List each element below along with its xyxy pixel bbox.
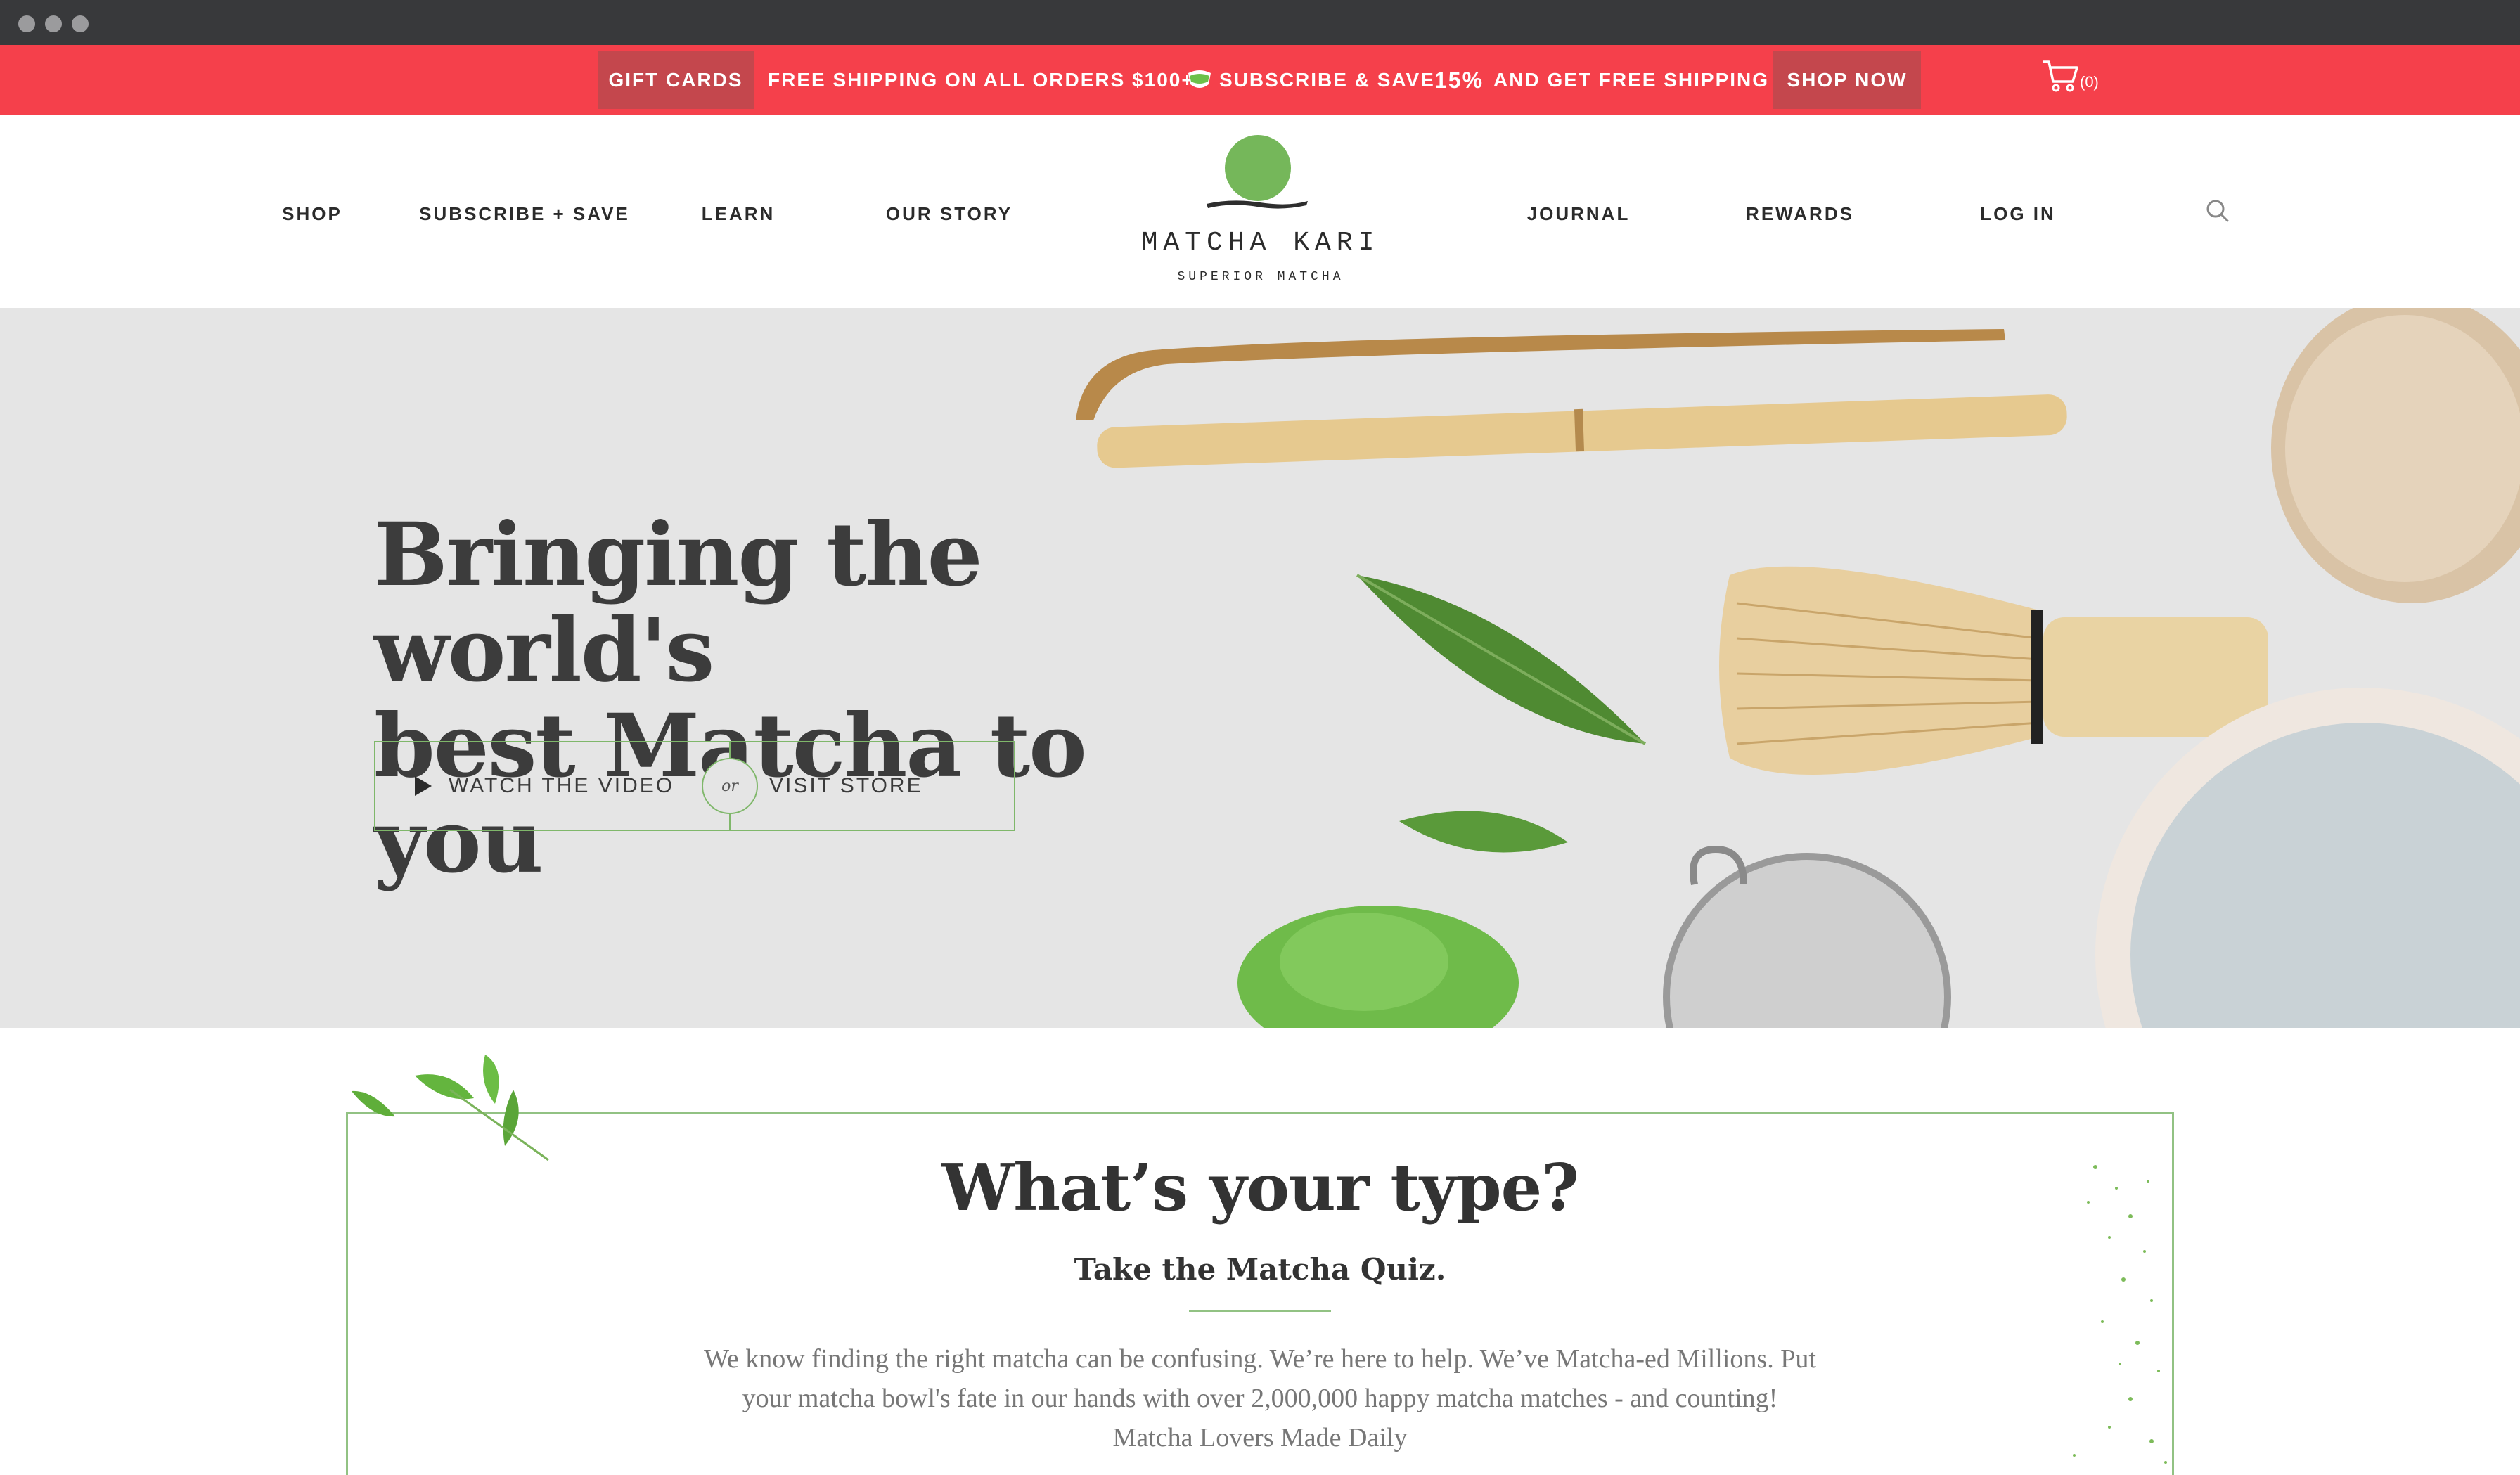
- quiz-description: We know finding the right matcha can be …: [662, 1339, 1858, 1457]
- matcha-cup-icon: [1188, 70, 1211, 88]
- search-icon[interactable]: [2204, 197, 2232, 225]
- free-shipping-suffix: AND GET FREE SHIPPING: [1493, 69, 1770, 91]
- cta-or-badge: or: [702, 758, 758, 814]
- subscribe-save-text: SUBSCRIBE & SAVE: [1219, 69, 1435, 91]
- logo-tagline: SUPERIOR MATCHA: [1177, 270, 1344, 284]
- nav-learn[interactable]: LEARN: [689, 200, 788, 228]
- window-maximize-dot[interactable]: [72, 15, 89, 32]
- cart-icon: [2043, 60, 2078, 92]
- nav-log-in[interactable]: LOG IN: [1969, 200, 2067, 228]
- quiz-divider: [1189, 1310, 1331, 1312]
- window-close-dot[interactable]: [18, 15, 35, 32]
- browser-titlebar: [0, 0, 2520, 45]
- quiz-description-line-1: We know finding the right matcha can be …: [704, 1344, 1816, 1374]
- promo-bar: GIFT CARDS FREE SHIPPING ON ALL ORDERS $…: [0, 45, 2520, 115]
- visit-store-button[interactable]: VISIT STORE: [769, 742, 1008, 830]
- hero-heading: Bringing the world's best Matcha to you: [374, 508, 1218, 890]
- matcha-powder-speckle: [2073, 1165, 2167, 1464]
- quiz-description-line-2: your matcha bowl's fate in our hands wit…: [742, 1384, 1778, 1413]
- watch-video-label: WATCH THE VIDEO: [449, 774, 675, 797]
- cart-button[interactable]: (0): [2042, 59, 2099, 93]
- hero-heading-line-1: Bringing the world's: [374, 504, 983, 702]
- discount-percent: 15%: [1434, 67, 1484, 93]
- window-minimize-dot[interactable]: [45, 15, 62, 32]
- logo-brush-stroke: [1207, 200, 1308, 209]
- shop-now-button[interactable]: SHOP NOW: [1773, 51, 1921, 109]
- hero-cta-group: WATCH THE VIDEO or VISIT STORE: [374, 741, 1015, 831]
- cart-count: (0): [2080, 73, 2099, 91]
- site-logo[interactable]: MATCHA KARI SUPERIOR MATCHA: [1139, 129, 1382, 298]
- nav-journal[interactable]: JOURNAL: [1512, 200, 1645, 228]
- nav-shop[interactable]: SHOP: [270, 200, 354, 228]
- main-nav: SHOP SUBSCRIBE + SAVE LEARN OUR STORY MA…: [0, 115, 2520, 308]
- quiz-description-line-3: Matcha Lovers Made Daily: [1112, 1423, 1408, 1453]
- nav-subscribe-save[interactable]: SUBSCRIBE + SAVE: [419, 200, 630, 228]
- logo-mark: [1225, 135, 1291, 201]
- hero-banner: Bringing the world's best Matcha to you …: [0, 308, 2520, 1028]
- watch-video-button[interactable]: WATCH THE VIDEO: [375, 742, 727, 830]
- nav-our-story[interactable]: OUR STORY: [872, 200, 1027, 228]
- free-shipping-text: FREE SHIPPING ON ALL ORDERS $100+: [768, 69, 1195, 91]
- play-icon: [415, 776, 432, 796]
- nav-rewards[interactable]: REWARDS: [1737, 200, 1863, 228]
- logo-name: MATCHA KARI: [1141, 228, 1380, 258]
- decorative-leaves-icon: [352, 1055, 549, 1161]
- gift-cards-button[interactable]: GIFT CARDS: [598, 51, 754, 109]
